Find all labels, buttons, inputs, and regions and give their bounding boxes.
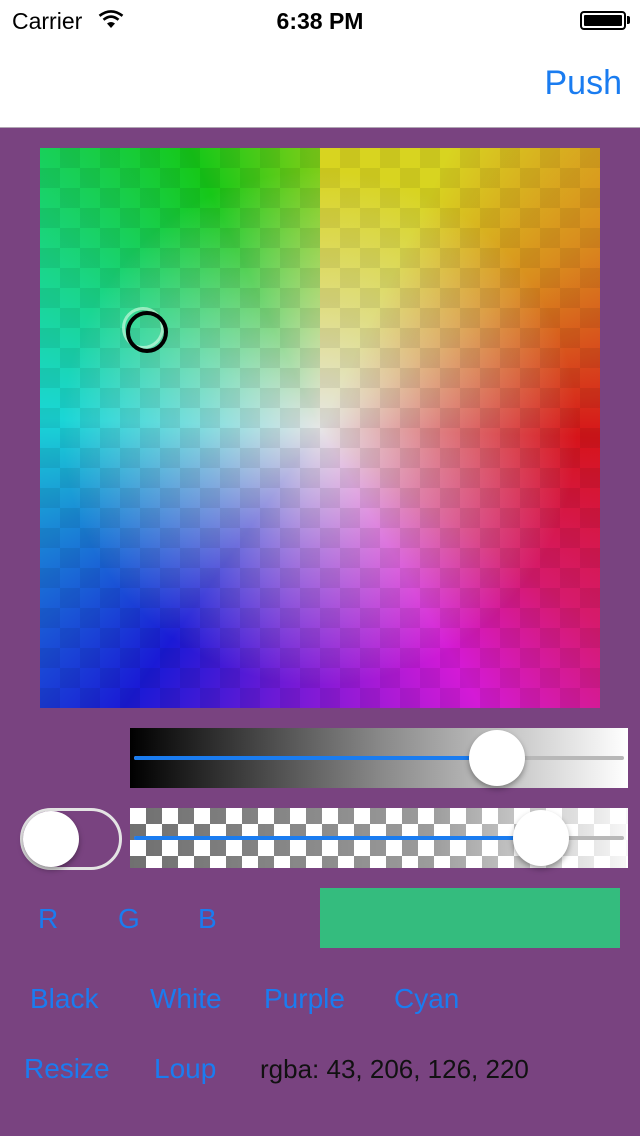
toggle-knob <box>23 811 79 867</box>
color-wheel[interactable] <box>40 148 600 708</box>
alpha-track-fill <box>134 836 541 840</box>
alpha-slider[interactable] <box>130 808 628 868</box>
brightness-slider[interactable] <box>130 728 628 788</box>
g-button[interactable]: G <box>118 903 140 935</box>
white-button[interactable]: White <box>150 983 222 1015</box>
color-wheel-checker <box>40 148 600 708</box>
battery-icon <box>580 11 626 30</box>
toggle-switch[interactable] <box>20 808 122 870</box>
resize-button[interactable]: Resize <box>24 1053 110 1085</box>
purple-button[interactable]: Purple <box>264 983 345 1015</box>
navigation-bar: Push <box>0 40 640 128</box>
brightness-track-fill <box>134 756 497 760</box>
status-bar: Carrier 6:38 PM <box>0 0 640 40</box>
r-button[interactable]: R <box>38 903 58 935</box>
battery-tip <box>627 16 630 24</box>
alpha-slider-thumb[interactable] <box>512 810 569 866</box>
b-button[interactable]: B <box>198 903 217 935</box>
rgba-readout: rgba: 43, 206, 126, 220 <box>260 1054 529 1084</box>
black-button[interactable]: Black <box>30 983 98 1015</box>
brightness-slider-thumb[interactable] <box>468 730 525 786</box>
clock: 6:38 PM <box>276 8 364 34</box>
push-button[interactable]: Push <box>545 64 623 103</box>
loup-button[interactable]: Loup <box>154 1053 216 1085</box>
brightness-track <box>134 756 624 760</box>
cyan-button[interactable]: Cyan <box>394 983 459 1015</box>
color-picker-handle[interactable] <box>122 307 168 353</box>
color-preview-swatch <box>320 888 620 948</box>
